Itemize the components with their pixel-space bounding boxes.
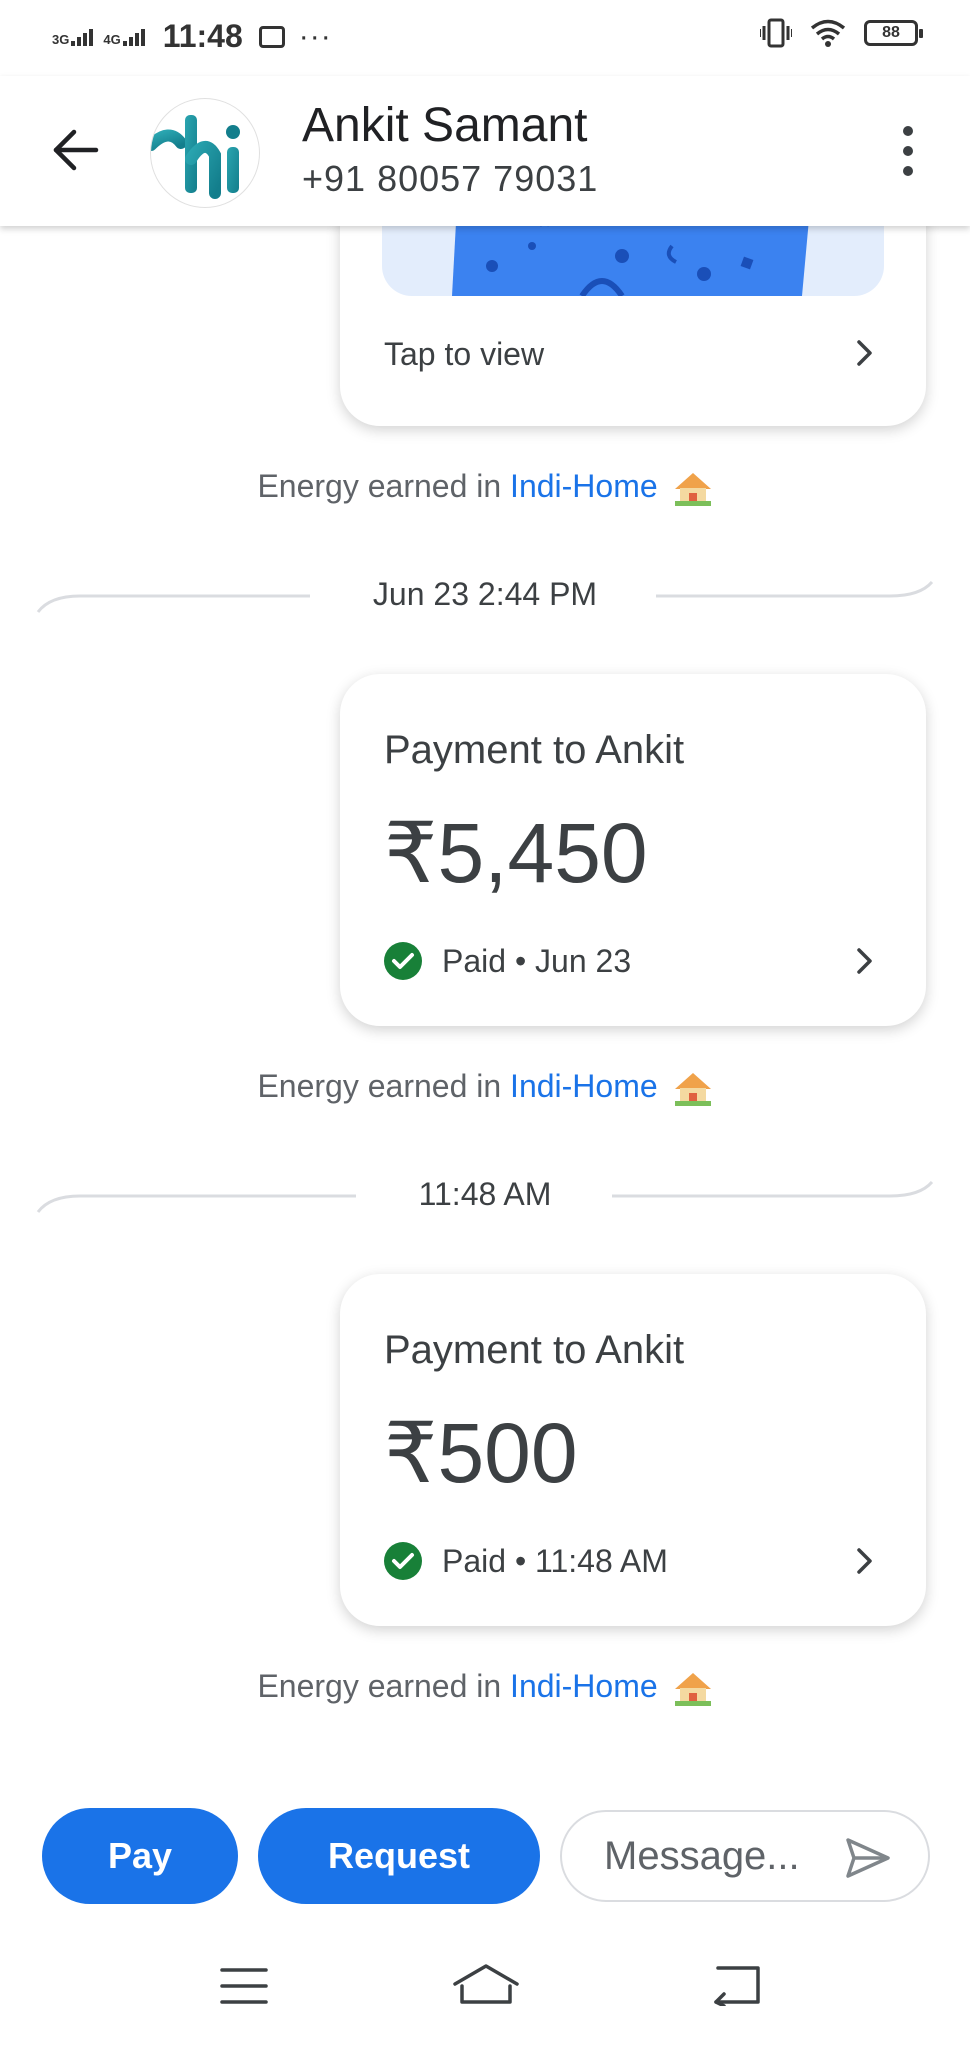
payment-card[interactable]: Payment to Ankit ₹500 Paid • 11:48 AM [340, 1274, 926, 1626]
chat-thread[interactable]: Tap to view Energy earned in Indi-Home J… [0, 226, 970, 1796]
chevron-right-icon [857, 340, 872, 366]
back-arrow-icon[interactable] [48, 122, 104, 178]
payment-status: Paid • Jun 23 [384, 942, 631, 980]
chat-header: Ankit Samant +91 80057 79031 [0, 76, 970, 226]
payment-status-text: Paid • 11:48 AM [442, 1542, 668, 1579]
status-bar-left: 3G 4G 11:48 ··· [52, 18, 332, 55]
back-nav-icon[interactable] [712, 1964, 762, 2006]
recent-apps-icon[interactable] [220, 1966, 268, 2006]
pay-button[interactable]: Pay [42, 1808, 238, 1904]
house-icon [674, 472, 711, 506]
signal-bars-icon [122, 28, 145, 46]
wifi-icon [810, 19, 846, 47]
payment-title: Payment to Ankit [384, 728, 685, 772]
signal-bars-icon [71, 28, 94, 46]
system-nav-bar [0, 1916, 970, 2048]
indi-home-link[interactable]: Indi-Home [510, 1668, 658, 1704]
house-icon [674, 1072, 711, 1106]
chevron-right-icon [857, 1548, 872, 1574]
vibrate-icon [760, 18, 792, 48]
send-icon[interactable] [844, 1836, 892, 1880]
message-placeholder: Message... [604, 1834, 800, 1878]
energy-text: Energy earned in [257, 468, 511, 504]
energy-text: Energy earned in [257, 1068, 511, 1104]
time-divider-label: 11:48 AM [418, 1176, 552, 1212]
indi-home-link[interactable]: Indi-Home [510, 1068, 658, 1104]
payment-title: Payment to Ankit [384, 1328, 685, 1372]
payment-status-text: Paid • Jun 23 [442, 942, 632, 979]
battery-level: 88 [882, 24, 900, 41]
action-bar: Pay Request Message... [0, 1796, 970, 1916]
more-notifications: ··· [298, 19, 332, 53]
signal-1: 3G [52, 28, 94, 47]
energy-earned-note: Energy earned in Indi-Home [0, 1068, 970, 1107]
check-circle-icon [384, 1542, 422, 1580]
status-bar-right: 88 [760, 18, 923, 48]
chevron-right-icon [857, 948, 872, 974]
network-type-1: 3G [52, 31, 70, 47]
energy-text: Energy earned in [257, 1668, 511, 1704]
message-input[interactable]: Message... [560, 1810, 930, 1902]
energy-earned-note: Energy earned in Indi-Home [0, 1668, 970, 1707]
signal-2: 4G [103, 28, 145, 47]
contact-name: Ankit Samant [302, 99, 588, 152]
avatar-hi-logo [151, 115, 240, 199]
image-preview [382, 226, 884, 296]
network-type-2: 4G [103, 31, 121, 47]
overflow-menu-icon[interactable] [896, 126, 920, 176]
home-icon[interactable] [452, 1962, 520, 2006]
status-bar: 3G 4G 11:48 ··· 88 [0, 0, 970, 76]
battery-icon: 88 [864, 20, 923, 46]
payment-amount: ₹500 [384, 1406, 578, 1500]
payment-status: Paid • 11:48 AM [384, 1542, 668, 1580]
status-time: 11:48 [162, 18, 243, 54]
avatar[interactable] [150, 98, 260, 208]
request-button[interactable]: Request [258, 1808, 540, 1904]
payment-card[interactable]: Payment to Ankit ₹5,450 Paid • Jun 23 [340, 674, 926, 1026]
contact-phone: +91 80057 79031 [302, 158, 599, 199]
check-circle-icon [384, 942, 422, 980]
energy-earned-note: Energy earned in Indi-Home [0, 468, 970, 507]
celebration-graphic [452, 226, 809, 296]
image-message-card[interactable]: Tap to view [340, 226, 926, 426]
date-divider-label: Jun 23 2:44 PM [372, 576, 598, 612]
payment-amount: ₹5,450 [384, 806, 648, 900]
indi-home-link[interactable]: Indi-Home [510, 468, 658, 504]
mail-icon [258, 25, 285, 48]
tap-to-view-label: Tap to view [384, 336, 545, 372]
house-icon [674, 1672, 711, 1706]
